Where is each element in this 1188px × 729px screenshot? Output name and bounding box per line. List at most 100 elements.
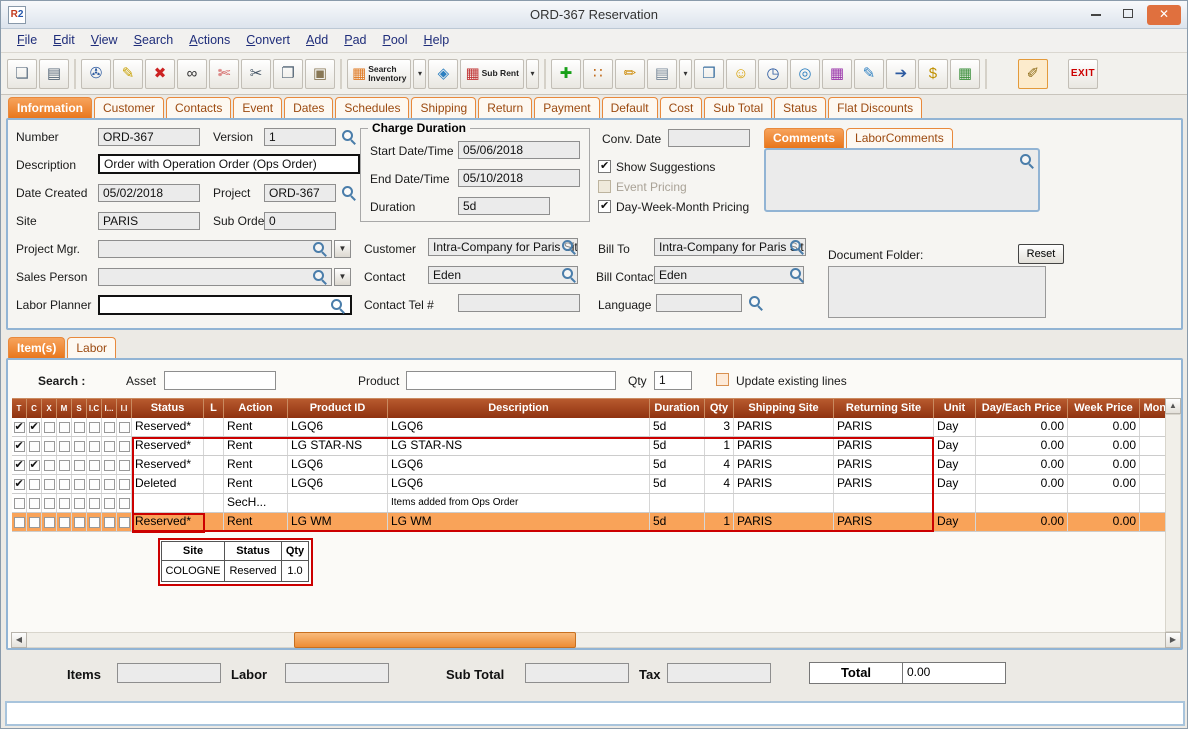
col-header-qty[interactable]: Qty: [705, 398, 734, 418]
row-checkbox[interactable]: [74, 517, 85, 528]
pad-button[interactable]: ▤: [647, 59, 677, 89]
add-item-button[interactable]: ✚: [551, 59, 581, 89]
menu-search[interactable]: Search: [126, 29, 182, 47]
copy-button[interactable]: ❐: [273, 59, 303, 89]
col-header-i[interactable]: I...: [102, 398, 117, 418]
table-row[interactable]: Reserved*RentLG STAR-NSLG STAR-NS5d1PARI…: [12, 437, 1181, 456]
table-row[interactable]: Reserved*RentLGQ6LGQ65d3PARISPARISDay0.0…: [12, 418, 1181, 437]
horizontal-scroll-thumb[interactable]: [294, 632, 576, 648]
highlight-button[interactable]: ✐: [1018, 59, 1048, 89]
row-checkbox[interactable]: [104, 479, 115, 490]
row-checkbox[interactable]: [29, 479, 40, 490]
cut-button[interactable]: ✂: [241, 59, 271, 89]
maximize-icon[interactable]: [1113, 5, 1143, 25]
document-folder-box[interactable]: [828, 266, 1046, 318]
project-mgr-search-icon[interactable]: [312, 241, 327, 256]
close-icon[interactable]: ✕: [1147, 5, 1181, 25]
col-header-i-c[interactable]: I.C: [87, 398, 102, 418]
tab-return[interactable]: Return: [478, 97, 532, 119]
row-checkbox[interactable]: [89, 460, 100, 471]
tab-dates[interactable]: Dates: [284, 97, 333, 119]
sales-person-dropdown-icon[interactable]: ▼: [334, 268, 351, 286]
col-header-x[interactable]: X: [42, 398, 57, 418]
sales-person-search-icon[interactable]: [312, 269, 327, 284]
row-checkbox[interactable]: [119, 479, 130, 490]
menu-add[interactable]: Add: [298, 29, 336, 47]
version-field[interactable]: 1: [264, 128, 336, 146]
col-header-product-id[interactable]: Product ID: [288, 398, 388, 418]
bill-contact-search-icon[interactable]: [789, 267, 804, 282]
row-checkbox[interactable]: [44, 441, 55, 452]
currency-button[interactable]: $: [918, 59, 948, 89]
col-header-duration[interactable]: Duration: [650, 398, 705, 418]
col-header-week-price[interactable]: Week Price: [1068, 398, 1140, 418]
row-checkbox[interactable]: [104, 498, 115, 509]
col-header-description[interactable]: Description: [388, 398, 650, 418]
row-checkbox[interactable]: [59, 479, 70, 490]
customer-field[interactable]: Intra-Company for Paris Sit: [428, 238, 578, 256]
row-checkbox[interactable]: [119, 460, 130, 471]
transfer-button[interactable]: ➔: [886, 59, 916, 89]
customer-search-icon[interactable]: [561, 239, 576, 254]
project-mgr-dropdown-icon[interactable]: ▼: [334, 240, 351, 258]
day-week-month-pricing-checkbox[interactable]: [598, 200, 611, 213]
row-checkbox[interactable]: [44, 460, 55, 471]
row-checkbox[interactable]: [44, 422, 55, 433]
bill-contact-field[interactable]: Eden: [654, 266, 804, 284]
duration-field[interactable]: 5d: [458, 197, 550, 215]
col-header-c[interactable]: C: [27, 398, 42, 418]
col-header-s[interactable]: S: [72, 398, 87, 418]
row-checkbox[interactable]: [89, 517, 100, 528]
tab-flat-discounts[interactable]: Flat Discounts: [828, 97, 922, 119]
qty-input[interactable]: 1: [654, 371, 692, 390]
row-checkbox[interactable]: [89, 422, 100, 433]
row-checkbox[interactable]: [89, 441, 100, 452]
tab-shipping[interactable]: Shipping: [411, 97, 476, 119]
menu-actions[interactable]: Actions: [181, 29, 238, 47]
tab-contacts[interactable]: Contacts: [166, 97, 231, 119]
search-inventory-dropdown-icon[interactable]: ▾: [413, 59, 426, 89]
minimize-icon[interactable]: [1081, 5, 1111, 25]
row-checkbox[interactable]: [44, 479, 55, 490]
row-checkbox[interactable]: [59, 441, 70, 452]
row-checkbox[interactable]: [14, 517, 25, 528]
col-header-i-i[interactable]: I.I: [117, 398, 132, 418]
asset-input[interactable]: [164, 371, 276, 390]
menu-pool[interactable]: Pool: [375, 29, 416, 47]
row-checkbox[interactable]: [14, 479, 25, 490]
menu-help[interactable]: Help: [416, 29, 458, 47]
row-checkbox[interactable]: [104, 460, 115, 471]
horizontal-scrollbar[interactable]: [11, 632, 1181, 648]
tab-sub-total[interactable]: Sub Total: [704, 97, 772, 119]
contact-search-icon[interactable]: [561, 267, 576, 282]
description-field[interactable]: Order with Operation Order (Ops Order): [98, 154, 360, 174]
tab-customer[interactable]: Customer: [94, 97, 164, 119]
date-created-field[interactable]: 05/02/2018: [98, 184, 200, 202]
row-checkbox[interactable]: [29, 460, 40, 471]
cut-line-button[interactable]: ✄: [209, 59, 239, 89]
title-bar[interactable]: R2 ORD-367 Reservation ✕: [1, 1, 1187, 29]
menu-pad[interactable]: Pad: [336, 29, 374, 47]
sub-rent-button[interactable]: ▦Sub Rent: [460, 59, 524, 89]
scroll-up-icon[interactable]: ▲: [1165, 398, 1181, 414]
row-checkbox[interactable]: [14, 422, 25, 433]
print-button[interactable]: ▤: [39, 59, 69, 89]
row-checkbox[interactable]: [119, 498, 130, 509]
tab-default[interactable]: Default: [602, 97, 658, 119]
time-button[interactable]: ◷: [758, 59, 788, 89]
row-checkbox[interactable]: [29, 422, 40, 433]
bill-to-field[interactable]: Intra-Company for Paris Sit: [654, 238, 806, 256]
row-checkbox[interactable]: [14, 441, 25, 452]
row-checkbox[interactable]: [29, 498, 40, 509]
update-existing-checkbox[interactable]: [716, 373, 729, 386]
row-checkbox[interactable]: [44, 517, 55, 528]
row-checkbox[interactable]: [59, 460, 70, 471]
row-checkbox[interactable]: [119, 422, 130, 433]
col-header-l[interactable]: L: [204, 398, 224, 418]
save-button[interactable]: ✇: [81, 59, 111, 89]
tab-status[interactable]: Status: [774, 97, 826, 119]
items-tab-labor[interactable]: Labor: [67, 337, 116, 359]
tab-payment[interactable]: Payment: [534, 97, 599, 119]
menu-convert[interactable]: Convert: [238, 29, 298, 47]
table-row[interactable]: DeletedRentLGQ6LGQ65d4PARISPARISDay0.000…: [12, 475, 1181, 494]
